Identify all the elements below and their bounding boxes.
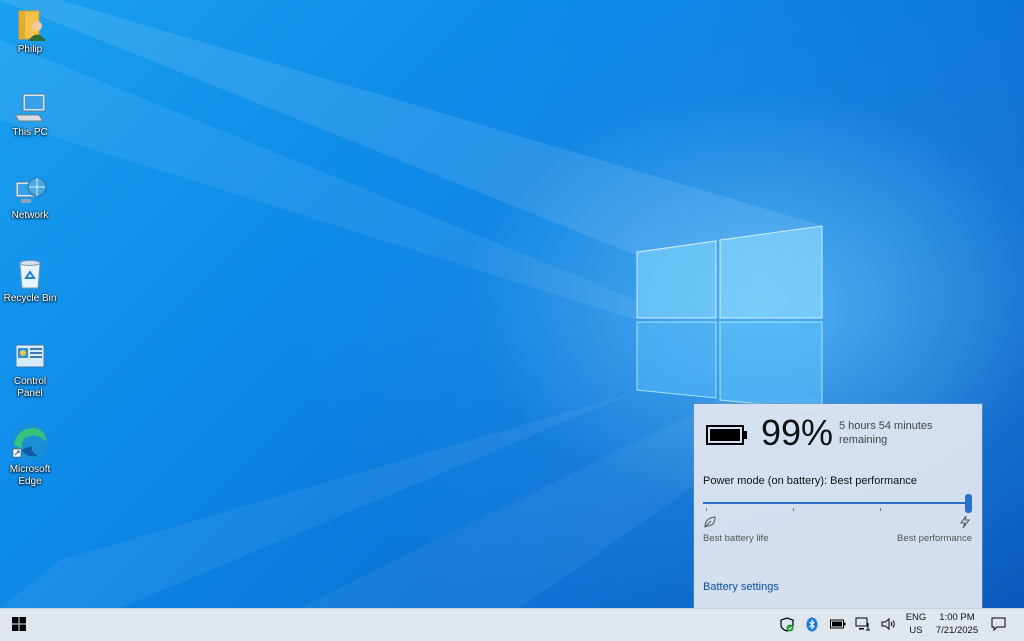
battery-large-icon — [706, 425, 747, 445]
slider-tick — [793, 508, 794, 511]
icon-label: Recycle Bin — [3, 293, 57, 304]
desktop-icon-this-pc[interactable]: This PC — [2, 91, 58, 139]
action-center-icon — [991, 617, 1005, 631]
clock-date: 7/21/2025 — [935, 625, 979, 636]
desktop-icon-recycle-bin[interactable]: Recycle Bin — [2, 257, 58, 305]
taskbar-clock[interactable]: 1:00 PM 7/21/2025 — [930, 611, 984, 637]
tray-battery[interactable] — [828, 608, 848, 640]
network-icon — [15, 177, 47, 203]
desktop-icon-edge[interactable]: Microsoft Edge — [2, 422, 58, 488]
language-code: ENG — [905, 612, 927, 623]
icon-label: This PC — [12, 127, 48, 138]
bluetooth-icon — [806, 617, 818, 631]
battery-percentage: 99% — [761, 412, 834, 453]
icon-label: Control Panel — [13, 376, 47, 399]
battery-settings-link[interactable]: Battery settings — [703, 581, 779, 593]
clock-time: 1:00 PM — [939, 612, 975, 623]
power-mode-label: Power mode (on battery): Best performanc… — [703, 475, 917, 487]
tray-bluetooth[interactable] — [803, 608, 821, 640]
user-folder-icon — [18, 10, 46, 41]
best-battery-life-label: Best battery life — [703, 533, 769, 544]
power-mode-slider-track[interactable] — [703, 502, 969, 504]
network-icon — [855, 617, 870, 631]
tray-network[interactable] — [853, 608, 873, 640]
icon-label: Philip — [17, 44, 43, 55]
power-mode-slider-thumb[interactable] — [965, 494, 972, 513]
control-panel-icon — [15, 344, 45, 368]
action-center-button[interactable] — [986, 608, 1010, 640]
desktop-icon-control-panel[interactable]: Control Panel — [2, 340, 58, 400]
icon-label: Microsoft Edge — [9, 464, 51, 487]
volume-icon — [881, 618, 895, 630]
tray-windows-security[interactable] — [777, 608, 797, 640]
windows-security-icon — [780, 616, 794, 632]
recycle-bin-icon — [19, 260, 41, 289]
desktop-icon-network[interactable]: Network — [2, 174, 58, 222]
computer-icon — [14, 93, 46, 122]
edge-icon — [12, 424, 48, 460]
battery-time-remaining: 5 hours 54 minutes remaining — [839, 420, 933, 446]
icon-label: Network — [11, 210, 49, 221]
windows-logo-wallpaper — [636, 225, 823, 411]
desktop-icon-user-folder[interactable]: Philip — [2, 8, 58, 56]
windows-start-icon — [12, 617, 26, 631]
input-language-indicator[interactable]: ENG US — [902, 611, 930, 637]
best-performance-label: Best performance — [897, 533, 972, 544]
slider-tick — [880, 508, 881, 511]
lightning-bolt-icon — [960, 515, 970, 529]
battery-icon — [830, 619, 846, 629]
language-region: US — [909, 625, 923, 636]
start-button[interactable] — [0, 608, 38, 640]
tray-volume[interactable] — [879, 608, 899, 640]
leaf-icon — [704, 516, 716, 528]
slider-tick — [706, 508, 707, 511]
